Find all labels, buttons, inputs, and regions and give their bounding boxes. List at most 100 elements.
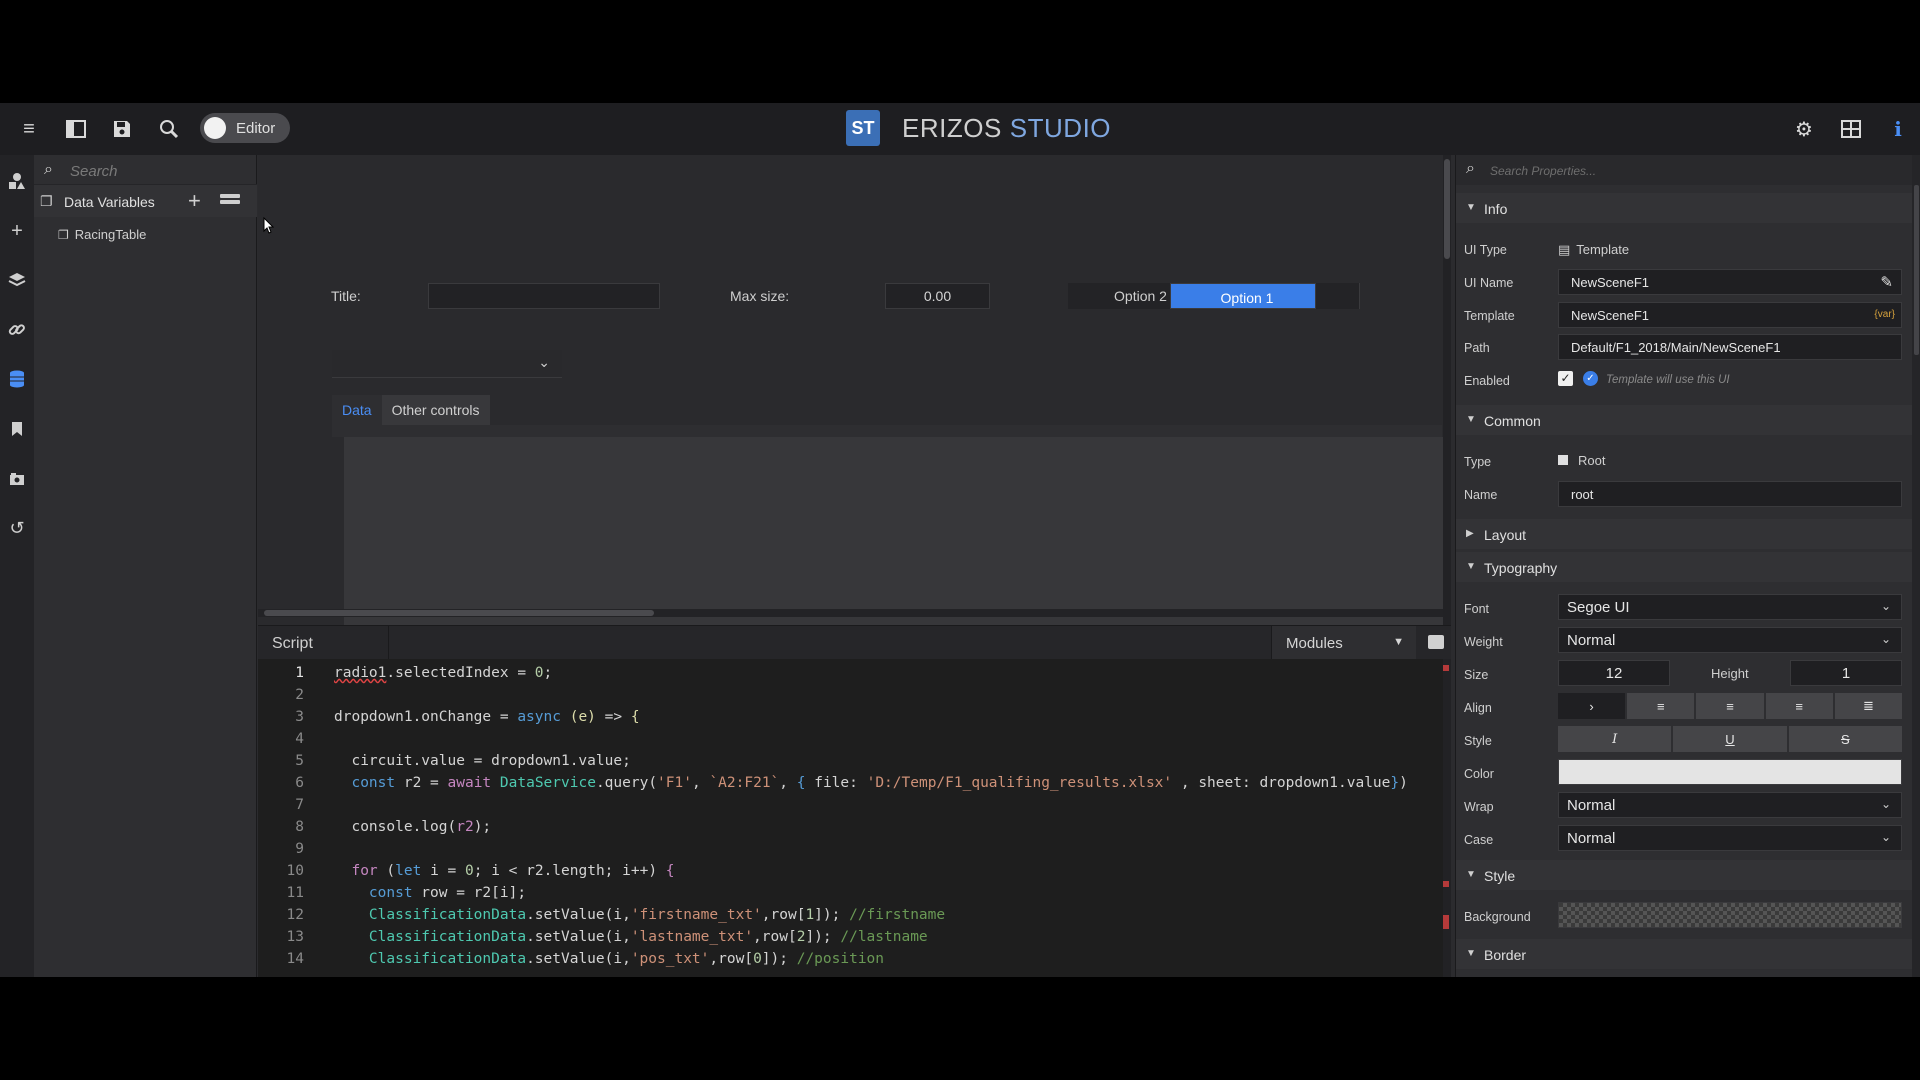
line-number: 14 bbox=[286, 951, 304, 967]
title-input[interactable] bbox=[428, 283, 660, 309]
path-field[interactable]: Default/F1_2018/Main/NewSceneF1 bbox=[1558, 334, 1902, 360]
line-number: 12 bbox=[286, 907, 304, 923]
editor-toggle-label: Editor bbox=[236, 120, 276, 137]
code-line: 12 ClassificationData.setValue(i,'firstn… bbox=[258, 907, 1443, 929]
scroll-thumb[interactable] bbox=[1914, 185, 1919, 355]
color-label: Color bbox=[1464, 767, 1494, 781]
root-icon bbox=[1558, 455, 1568, 465]
modules-label: Modules bbox=[1286, 635, 1343, 652]
list-item[interactable]: ❐ RacingTable bbox=[58, 227, 146, 242]
canvas-horizontal-scrollbar[interactable] bbox=[258, 609, 1443, 617]
align-expand-icon[interactable]: › bbox=[1558, 693, 1626, 719]
height-input[interactable]: 1 bbox=[1790, 660, 1902, 686]
font-select[interactable]: Segoe UI ⌄ bbox=[1558, 594, 1902, 620]
weight-value: Normal bbox=[1567, 632, 1616, 649]
ui-name-field[interactable]: NewSceneF1 ✎ bbox=[1558, 269, 1902, 295]
save-icon[interactable] bbox=[108, 115, 136, 143]
code-vertical-scrollbar[interactable] bbox=[1443, 659, 1451, 977]
section-common-title: Common bbox=[1484, 413, 1541, 429]
template-field[interactable]: NewSceneF1 {var} bbox=[1558, 302, 1902, 328]
section-info[interactable]: ▼ Info bbox=[1456, 193, 1912, 223]
section-typography-title: Typography bbox=[1484, 560, 1558, 576]
add-icon[interactable]: + bbox=[5, 219, 29, 243]
color-swatch[interactable] bbox=[1558, 759, 1902, 785]
modules-dropdown[interactable]: Modules ▼ bbox=[1271, 626, 1416, 660]
type-label: Type bbox=[1464, 455, 1492, 469]
section-typography[interactable]: ▼ Typography bbox=[1456, 552, 1912, 582]
gear-icon[interactable]: ⚙ bbox=[1790, 115, 1818, 143]
line-number: 6 bbox=[295, 775, 304, 791]
history-icon[interactable]: ↺ bbox=[5, 516, 29, 540]
panel-toggle-icon[interactable] bbox=[62, 115, 90, 143]
edit-icon[interactable]: ✎ bbox=[1880, 273, 1893, 291]
table-icon: ❐ bbox=[58, 228, 69, 242]
align-right-icon[interactable]: ≡ bbox=[1765, 693, 1833, 719]
weight-label: Weight bbox=[1464, 635, 1503, 649]
zoom-icon[interactable] bbox=[155, 115, 183, 143]
name-field[interactable]: root bbox=[1558, 481, 1902, 507]
strikethrough-icon[interactable]: S bbox=[1788, 726, 1902, 752]
bookmark-icon[interactable] bbox=[5, 417, 29, 441]
layout-grid-icon[interactable] bbox=[1837, 115, 1865, 143]
left-rail: + ↺ bbox=[0, 155, 34, 977]
info-icon[interactable]: i bbox=[1884, 115, 1912, 143]
wrap-select[interactable]: Normal ⌄ bbox=[1558, 792, 1902, 818]
canvas-vertical-scrollbar[interactable] bbox=[1443, 155, 1451, 625]
camera-folder-icon[interactable] bbox=[5, 467, 29, 491]
section-common[interactable]: ▼ Common bbox=[1456, 405, 1912, 435]
database-icon[interactable] bbox=[5, 367, 29, 391]
line-number: 1 bbox=[295, 665, 304, 681]
align-center-icon[interactable]: ≡ bbox=[1696, 693, 1764, 719]
code-line: 4 bbox=[258, 731, 1443, 753]
dropdown[interactable]: ⌄ bbox=[332, 350, 562, 378]
italic-icon[interactable]: I bbox=[1558, 726, 1672, 752]
data-search[interactable]: ⌕ Search bbox=[34, 155, 257, 185]
section-layout[interactable]: ▶ Layout bbox=[1456, 519, 1912, 549]
align-buttons: › ≡ ≡ ≡ ≣ bbox=[1558, 693, 1903, 719]
template-use-checkbox[interactable]: ✓ bbox=[1583, 371, 1598, 386]
chevron-down-icon: ⌄ bbox=[1880, 599, 1891, 613]
case-select[interactable]: Normal ⌄ bbox=[1558, 825, 1902, 851]
properties-panel: ⌕ Search Properties... ▼ Info UI Type ▤ T… bbox=[1455, 155, 1920, 977]
underline-icon[interactable]: U bbox=[1673, 726, 1787, 752]
background-swatch[interactable] bbox=[1558, 902, 1902, 928]
hamburger-menu-icon[interactable]: ≡ bbox=[15, 115, 43, 143]
option-1-button[interactable]: Option 1 bbox=[1170, 283, 1316, 309]
link-icon[interactable] bbox=[5, 318, 29, 342]
line-number: 2 bbox=[295, 687, 304, 703]
tab-divider bbox=[332, 425, 1442, 437]
tab-data[interactable]: Data bbox=[332, 395, 382, 425]
add-variable-icon[interactable]: + bbox=[188, 188, 201, 214]
variable-tag[interactable]: {var} bbox=[1874, 309, 1895, 320]
scroll-thumb[interactable] bbox=[1444, 159, 1450, 259]
code-editor[interactable]: 1 radio1.selectedIndex = 0; 2 3 dropdown1.… bbox=[258, 659, 1443, 977]
tab-other-controls[interactable]: Other controls bbox=[381, 395, 490, 425]
ui-type-value: Template bbox=[1576, 242, 1630, 257]
top-bar: ≡ Editor ST ERIZOS STUDIO ⚙ i bbox=[0, 103, 1920, 155]
align-justify-icon[interactable]: ≣ bbox=[1834, 693, 1903, 719]
max-size-input[interactable]: 0.00 bbox=[885, 283, 990, 309]
code-line: 1 radio1.selectedIndex = 0; bbox=[258, 665, 1443, 687]
section-style[interactable]: ▼ Style bbox=[1456, 860, 1912, 890]
section-border[interactable]: ▼ Border bbox=[1456, 939, 1912, 969]
layers-icon[interactable] bbox=[5, 268, 29, 292]
code-line: 6 const r2 = await DataService.query('F1… bbox=[258, 775, 1443, 797]
expanded-arrow-icon: ▼ bbox=[1466, 414, 1476, 425]
collapsed-arrow-icon: ▶ bbox=[1466, 528, 1474, 539]
editor-toggle[interactable]: Editor bbox=[200, 113, 290, 143]
scroll-thumb[interactable] bbox=[264, 610, 654, 616]
section-border-title: Border bbox=[1484, 947, 1527, 963]
console-icon[interactable] bbox=[1428, 635, 1444, 649]
section-layout-title: Layout bbox=[1484, 527, 1527, 543]
size-input[interactable]: 12 bbox=[1558, 660, 1670, 686]
caret-down-icon: ▼ bbox=[1393, 636, 1404, 648]
shapes-icon[interactable] bbox=[5, 169, 29, 193]
enabled-checkbox[interactable]: ✓ bbox=[1558, 371, 1573, 386]
path-label: Path bbox=[1464, 341, 1490, 355]
properties-scrollbar[interactable] bbox=[1912, 155, 1920, 977]
weight-select[interactable]: Normal ⌄ bbox=[1558, 627, 1902, 653]
properties-search[interactable]: ⌕ Search Properties... bbox=[1456, 155, 1912, 185]
align-left-icon[interactable]: ≡ bbox=[1627, 693, 1695, 719]
option-radio-group: Option 1 Option 2 Optio bbox=[1068, 283, 1360, 309]
list-options-icon[interactable] bbox=[220, 194, 240, 208]
